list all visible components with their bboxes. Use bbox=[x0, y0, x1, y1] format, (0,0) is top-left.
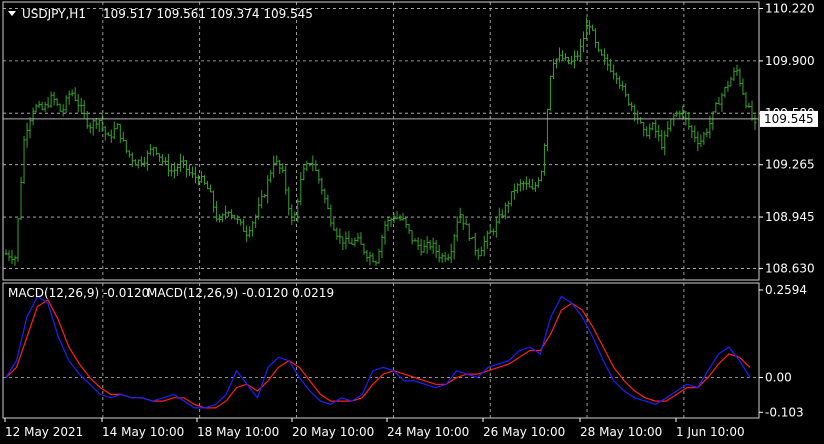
macd-tick-label: 0.00 bbox=[765, 371, 792, 385]
macd-header-line1: MACD(12,26,9) -0.0120 bbox=[8, 286, 149, 300]
time-tick-label: 1 Jun 10:00 bbox=[676, 425, 745, 439]
time-tick-label: 18 May 10:00 bbox=[197, 425, 279, 439]
chart-header: USDJPY,H1 109.517 109.561 109.374 109.54… bbox=[8, 7, 313, 21]
price-tick-label: 108.945 bbox=[765, 210, 815, 224]
macd-tick-label: -0.103 bbox=[765, 405, 804, 419]
macd-tick-label: 0.2594 bbox=[765, 283, 807, 297]
price-tick-label: 109.900 bbox=[765, 54, 815, 68]
macd-header: MACD(12,26,9) -0.0120 MACD(12,26,9) -0.0… bbox=[8, 286, 334, 300]
price-tick-label: 108.630 bbox=[765, 262, 815, 276]
macd-header-line2: MACD(12,26,9) -0.0120 0.0219 bbox=[147, 286, 334, 300]
trading-chart[interactable]: 110.220109.900109.580109.265108.945108.6… bbox=[0, 0, 824, 444]
time-tick-label: 28 May 10:00 bbox=[580, 425, 662, 439]
price-tick-label: 109.265 bbox=[765, 158, 815, 172]
time-tick-label: 26 May 10:00 bbox=[483, 425, 565, 439]
current-price-text: 109.545 bbox=[764, 112, 814, 126]
time-tick-label: 24 May 10:00 bbox=[387, 425, 469, 439]
time-tick-label: 20 May 10:00 bbox=[292, 425, 374, 439]
current-price-label: 109.545 bbox=[760, 110, 818, 127]
ohlc-values: 109.517 109.561 109.374 109.545 bbox=[103, 7, 313, 21]
time-tick-label: 14 May 10:00 bbox=[102, 425, 184, 439]
price-tick-label: 110.220 bbox=[765, 2, 815, 16]
time-tick-label: 12 May 2021 bbox=[5, 425, 83, 439]
symbol-timeframe: USDJPY,H1 bbox=[22, 7, 86, 21]
